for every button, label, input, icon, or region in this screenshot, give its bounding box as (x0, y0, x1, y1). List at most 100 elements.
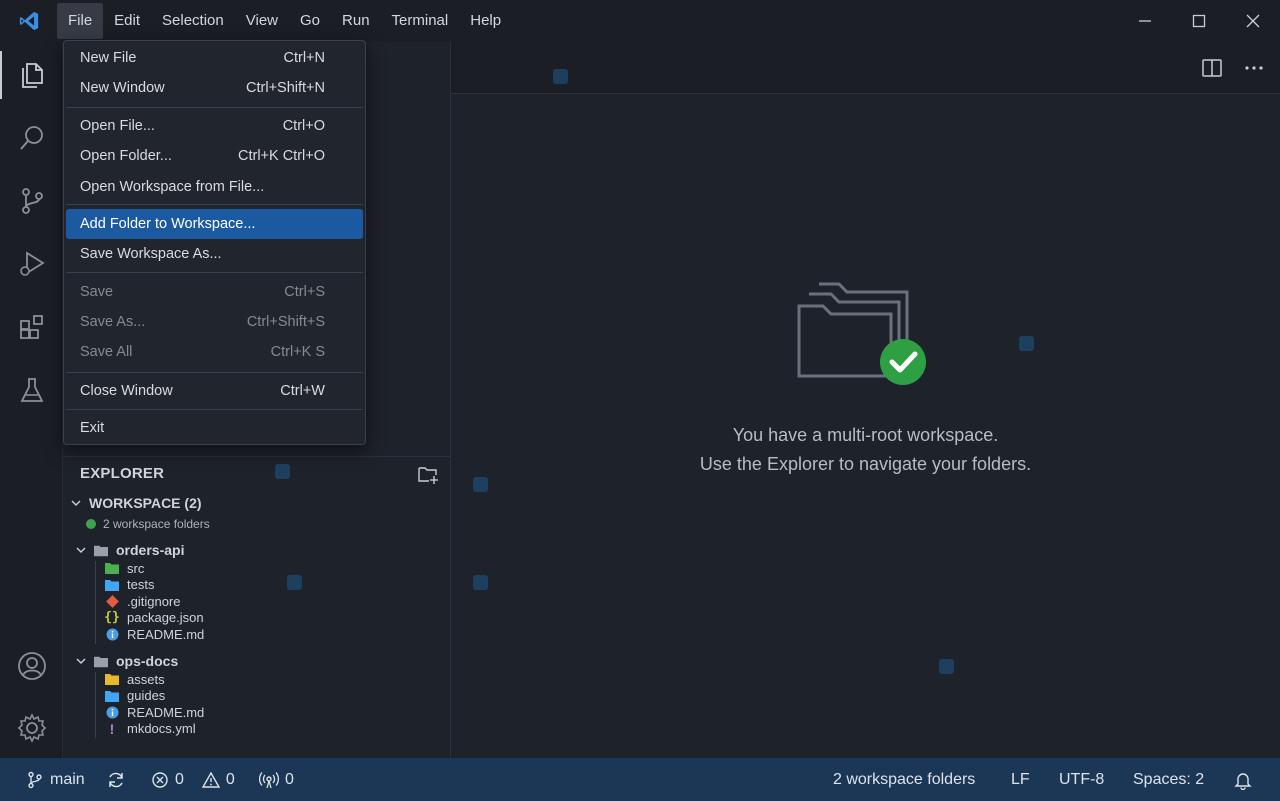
menu-file[interactable]: File (57, 3, 104, 39)
window-controls (1118, 0, 1280, 42)
menu-help[interactable]: Help (459, 0, 512, 42)
menu-item-label: Open Folder... (80, 148, 172, 164)
file-row[interactable]: assets (63, 671, 451, 687)
search-activity-button[interactable] (0, 108, 63, 168)
extensions-activity-button[interactable] (0, 297, 63, 357)
menu-item-shortcut: Ctrl+N (283, 50, 326, 66)
workspace-folders-status[interactable]: 2 workspace folders (833, 758, 975, 801)
file-row[interactable]: src (63, 560, 451, 576)
menu-item-save-all: Save All Ctrl+K S (66, 337, 363, 367)
menu-item-shortcut: Ctrl+K Ctrl+O (237, 148, 325, 164)
accounts-activity-button[interactable] (0, 636, 63, 696)
file-row[interactable]: {} package.json (63, 610, 451, 626)
file-name: guides (127, 688, 166, 704)
menu-item-label: Save As... (80, 314, 146, 330)
problems-status[interactable]: 0 0 (151, 758, 235, 801)
workspace-title: WORKSPACE (2) (89, 495, 202, 511)
menu-item-save-as: Save As... Ctrl+Shift+S (66, 307, 363, 337)
indentation-status[interactable]: Spaces: 2 (1133, 758, 1204, 801)
warning-icon (201, 771, 220, 788)
file-name: .gitignore (127, 593, 181, 609)
close-window-button[interactable] (1226, 0, 1280, 42)
overlay-badge-icon (939, 659, 954, 674)
menu-item-open-file[interactable]: Open File... Ctrl+O (66, 111, 363, 141)
menu-run[interactable]: Run (331, 0, 381, 42)
menu-separator (66, 372, 363, 373)
menu-item-save-workspace-as[interactable]: Save Workspace As... (66, 239, 363, 269)
workspace-subtitle-row: 2 workspace folders (63, 516, 451, 532)
file-name: package.json (127, 610, 204, 626)
maximize-icon (1192, 14, 1206, 28)
file-menu-dropdown: New File Ctrl+N New Window Ctrl+Shift+N Open… (63, 40, 366, 445)
file-name: mkdocs.yml (127, 721, 196, 737)
indentation-label: Spaces: 2 (1133, 770, 1205, 788)
more-actions-button[interactable] (1242, 56, 1266, 80)
menu-item-new-window[interactable]: New Window Ctrl+Shift+N (66, 73, 363, 103)
menu-item-label: New File (80, 50, 137, 66)
chevron-down-icon (74, 654, 88, 668)
sync-button[interactable] (106, 758, 126, 801)
menu-separator (66, 272, 363, 273)
overlay-badge-icon (473, 477, 488, 492)
file-name: README.md (127, 704, 205, 720)
file-row[interactable]: README.md (63, 626, 451, 642)
file-name: tests (127, 577, 155, 593)
overlay-badge-icon (1019, 336, 1034, 351)
menu-item-add-folder-to-workspace[interactable]: Add Folder to Workspace... (66, 209, 363, 239)
broadcast-icon (259, 771, 279, 788)
menu-item-shortcut: Ctrl+Shift+N (246, 80, 325, 96)
source-control-activity-button[interactable] (0, 171, 63, 231)
ports-status[interactable]: 0 (259, 758, 294, 801)
encoding-label: UTF-8 (1059, 770, 1105, 788)
menu-item-close-window[interactable]: Close Window Ctrl+W (66, 376, 363, 406)
file-row[interactable]: ! mkdocs.yml (63, 721, 451, 737)
menu-view[interactable]: View (235, 0, 289, 42)
menu-selection[interactable]: Selection (151, 0, 235, 42)
extensions-icon (19, 315, 43, 339)
activity-bar (0, 42, 63, 758)
menu-item-open-folder[interactable]: Open Folder... Ctrl+K Ctrl+O (66, 141, 363, 171)
encoding-status[interactable]: UTF-8 (1059, 758, 1104, 801)
folder-row-orders-api[interactable]: orders-api (63, 541, 451, 559)
file-row[interactable]: guides (63, 688, 451, 704)
workspace-folders-label: 2 workspace folders (833, 770, 976, 788)
more-ellipsis-icon (1245, 66, 1263, 70)
branch-status[interactable]: main (26, 758, 85, 801)
file-row[interactable]: README.md (63, 704, 451, 720)
file-row[interactable]: tests (63, 577, 451, 593)
menu-item-label: Save (80, 284, 114, 300)
beaker-icon (20, 378, 43, 402)
menu-item-exit[interactable]: Exit (66, 413, 363, 443)
explorer-activity-button[interactable] (0, 45, 63, 105)
workspace-root-row[interactable]: WORKSPACE (2) (63, 494, 451, 512)
new-folder-icon (418, 467, 438, 484)
notifications-button[interactable] (1233, 758, 1253, 801)
menu-terminal[interactable]: Terminal (381, 0, 460, 42)
menu-item-open-workspace-from-file[interactable]: Open Workspace from File... (66, 172, 363, 202)
folder-blue-icon (105, 689, 119, 703)
folder-blue-icon (105, 578, 119, 592)
manage-activity-button[interactable] (0, 698, 63, 758)
eol-status[interactable]: LF (1011, 758, 1030, 801)
menu-item-new-file[interactable]: New File Ctrl+N (66, 43, 363, 73)
file-name: assets (127, 671, 165, 687)
folder-name: orders-api (116, 542, 185, 558)
menu-item-shortcut: Ctrl+K S (270, 344, 325, 360)
menu-edit[interactable]: Edit (103, 0, 151, 42)
files-icon (21, 63, 43, 88)
new-folder-button[interactable] (417, 463, 439, 485)
menu-item-shortcut: Ctrl+Shift+S (246, 314, 325, 330)
folder-name: ops-docs (116, 653, 179, 669)
testing-activity-button[interactable] (0, 360, 63, 420)
menu-go[interactable]: Go (289, 0, 331, 42)
file-row[interactable]: .gitignore (63, 593, 451, 609)
menu-item-label: Open Workspace from File... (80, 179, 265, 195)
split-editor-button[interactable] (1200, 56, 1224, 80)
json-braces-icon: {} (104, 610, 120, 626)
title-bar: File Edit Selection View Go Run Terminal Help (0, 0, 1280, 42)
menu-item-save: Save Ctrl+S (66, 277, 363, 307)
run-debug-activity-button[interactable] (0, 234, 63, 294)
minimize-button[interactable] (1118, 0, 1172, 42)
folder-row-ops-docs[interactable]: ops-docs (63, 652, 451, 670)
maximize-button[interactable] (1172, 0, 1226, 42)
